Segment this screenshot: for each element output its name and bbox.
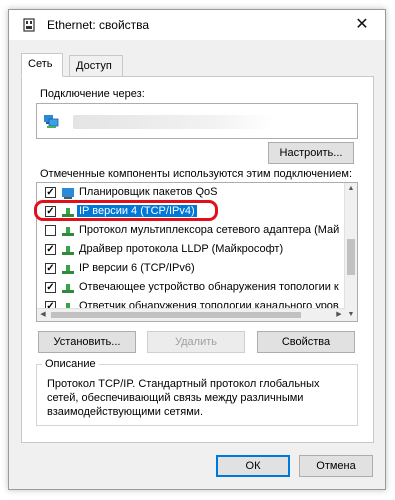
- vertical-scrollbar[interactable]: ▲ ▼: [344, 183, 357, 321]
- properties-button[interactable]: Свойства: [257, 331, 355, 353]
- component-label: Драйвер протокола LLDP (Майкрософт): [79, 243, 284, 255]
- protocol-icon: [62, 227, 74, 236]
- scroll-thumb[interactable]: [347, 239, 355, 275]
- scroll-left-icon[interactable]: ◀: [37, 309, 49, 321]
- component-label: Отвечающее устройство обнаружения тополо…: [79, 281, 339, 293]
- tab-network[interactable]: Сеть: [21, 53, 63, 77]
- protocol-icon: [62, 284, 74, 293]
- protocol-icon: [62, 265, 74, 274]
- component-label: Планировщик пакетов QoS: [79, 186, 218, 198]
- component-label: IP версии 6 (TCP/IPv6): [79, 262, 195, 274]
- checkbox[interactable]: ✓: [45, 282, 56, 293]
- ok-button[interactable]: ОК: [216, 455, 290, 477]
- protocol-icon: [62, 246, 74, 255]
- checkbox[interactable]: ✓: [45, 244, 56, 255]
- close-button[interactable]: ✕: [353, 16, 371, 34]
- checkbox[interactable]: ✓: [45, 263, 56, 274]
- components-label: Отмеченные компоненты используются этим …: [40, 168, 353, 180]
- install-button[interactable]: Установить...: [38, 331, 136, 353]
- network-adapter-icon: [23, 18, 35, 32]
- tab-sharing[interactable]: Доступ: [69, 55, 123, 77]
- description-legend: Описание: [42, 358, 99, 370]
- checkbox[interactable]: ✓: [45, 187, 56, 198]
- checkbox[interactable]: [45, 225, 56, 236]
- window-title: Ethernet: свойства: [47, 18, 150, 32]
- scroll-up-icon[interactable]: ▲: [345, 183, 357, 195]
- scroll-down-icon[interactable]: ▼: [345, 309, 357, 321]
- connect-through-label: Подключение через:: [40, 88, 145, 100]
- list-item[interactable]: ✓ IP версии 6 (TCP/IPv6): [37, 260, 347, 278]
- description-text: Протокол TCP/IP. Стандартный протокол гл…: [47, 378, 320, 418]
- scroll-thumb[interactable]: [51, 312, 301, 318]
- horizontal-scrollbar[interactable]: ◀ ▶: [37, 308, 345, 321]
- list-item[interactable]: ✓ Отвечающее устройство обнаружения топо…: [37, 279, 347, 297]
- configure-button[interactable]: Настроить...: [268, 142, 354, 164]
- component-label: Протокол мультиплексора сетевого адаптер…: [79, 224, 340, 236]
- title-bar: Ethernet: свойства ✕: [9, 10, 385, 40]
- adapter-box: [36, 103, 358, 139]
- list-item[interactable]: Протокол мультиплексора сетевого адаптер…: [37, 222, 347, 240]
- cancel-button[interactable]: Отмена: [299, 455, 373, 477]
- network-service-icon: [62, 188, 74, 199]
- network-adapter-icon: [44, 115, 59, 128]
- list-item[interactable]: ✓ Драйвер протокола LLDP (Майкрософт): [37, 241, 347, 259]
- adapter-name-obscured: [73, 115, 273, 129]
- highlight-annotation: [34, 200, 218, 221]
- scroll-right-icon[interactable]: ▶: [333, 309, 345, 321]
- remove-button[interactable]: Удалить: [147, 331, 245, 353]
